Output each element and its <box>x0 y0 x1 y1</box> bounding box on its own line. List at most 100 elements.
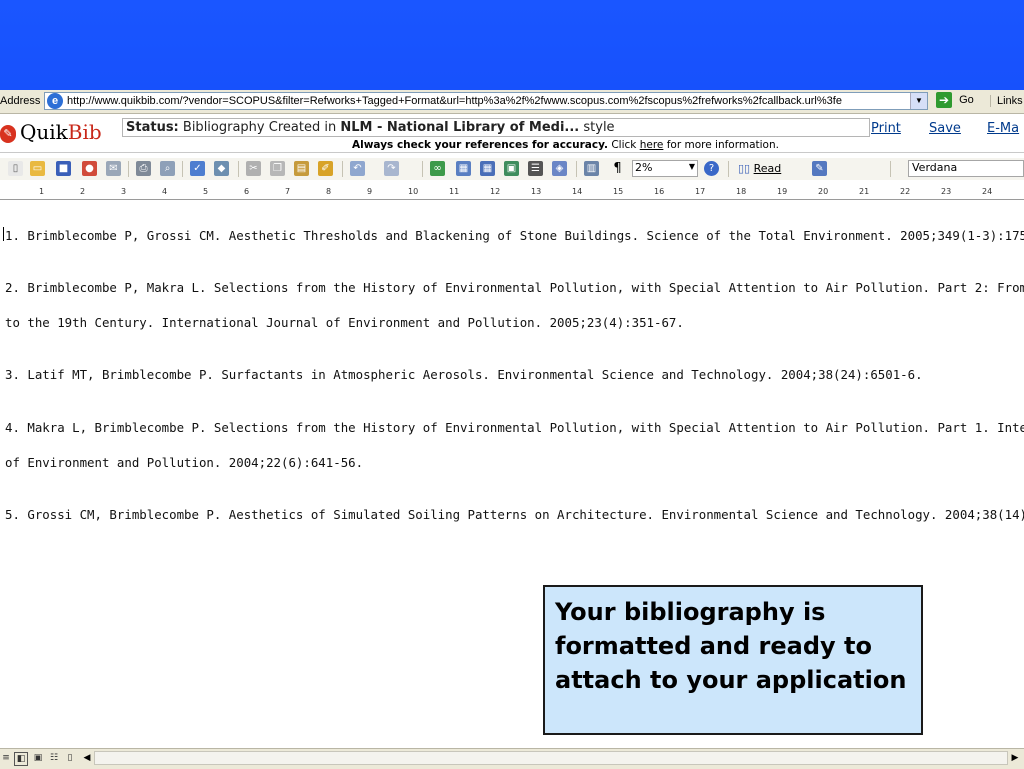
logo-bib: Bib <box>67 120 102 144</box>
email-send-icon[interactable]: ✉ <box>106 161 121 176</box>
address-input[interactable]: e http://www.quikbib.com/?vendor=SCOPUS&… <box>44 92 928 110</box>
scroll-left-icon[interactable]: ◀ <box>80 751 94 765</box>
toolbar-separator <box>576 161 577 177</box>
hyperlink-icon[interactable]: ∞ <box>430 161 445 176</box>
drawing-icon[interactable]: ◈ <box>552 161 567 176</box>
callout-note: Your bibliography is formatted and ready… <box>543 585 923 735</box>
address-bar: Address e http://www.quikbib.com/?vendor… <box>0 90 1024 114</box>
toolbar-separator <box>422 161 423 177</box>
reference-line: 1. Brimblecombe P, Grossi CM. Aesthetic … <box>5 228 1024 243</box>
ruler-tick-label: 22 <box>900 187 911 196</box>
reference-line: 2. Brimblecombe P, Makra L. Selections f… <box>5 280 1024 295</box>
ruler-tick-label: 1 <box>39 187 45 196</box>
format-painter-icon[interactable]: ✐ <box>318 161 333 176</box>
status-text: Bibliography Created in <box>182 120 337 135</box>
undo-icon[interactable]: ↶ <box>350 161 365 176</box>
toolbar-separator <box>128 161 129 177</box>
research-icon[interactable]: ◆ <box>214 161 229 176</box>
quikbib-logo: ✎ QuikBib <box>0 120 102 144</box>
new-document-icon[interactable]: ▯ <box>8 161 23 176</box>
font-select[interactable]: Verdana <box>908 160 1024 177</box>
go-label: Go <box>959 94 974 106</box>
toolbar-separator <box>182 161 183 177</box>
ruler-tick-label: 23 <box>941 187 952 196</box>
reading-layout-icon[interactable]: ▯ <box>64 752 76 764</box>
reference-line: to the 19th Century. International Journ… <box>5 315 684 330</box>
ruler-tick-label: 11 <box>449 187 460 196</box>
font-value: Verdana <box>912 161 958 174</box>
styles-formatting-icon[interactable]: ✎ <box>812 161 827 176</box>
quikbib-logo-icon: ✎ <box>0 125 16 143</box>
reference-line: 5. Grossi CM, Brimblecombe P. Aesthetics… <box>5 507 1024 522</box>
ruler-tick-label: 12 <box>490 187 501 196</box>
ruler-tick-label: 10 <box>408 187 419 196</box>
spelling-icon[interactable]: ✓ <box>190 161 205 176</box>
read-button[interactable]: ▯▯ Read <box>738 162 781 175</box>
permission-icon[interactable]: ● <box>82 161 97 176</box>
reference-1: 1. Brimblecombe P, Grossi CM. Aesthetic … <box>5 218 1024 253</box>
chevron-down-icon: ▼ <box>688 162 695 171</box>
read-label: Read <box>753 162 782 175</box>
print-preview-icon[interactable]: ⌕ <box>160 161 175 176</box>
logo-quik: Quik <box>20 120 68 144</box>
notice-here-link[interactable]: here <box>640 139 664 151</box>
open-folder-icon[interactable]: ▭ <box>30 161 45 176</box>
columns-icon[interactable]: ☰ <box>528 161 543 176</box>
ruler-tick-label: 17 <box>695 187 706 196</box>
ruler-tick-label: 19 <box>777 187 788 196</box>
save-link[interactable]: Save <box>929 121 961 136</box>
insert-table-icon[interactable]: ▦ <box>480 161 495 176</box>
status-suffix: style <box>583 120 615 135</box>
toolbar-separator <box>728 161 729 177</box>
tables-borders-icon[interactable]: ▦ <box>456 161 471 176</box>
print-layout-icon[interactable]: ▣ <box>32 752 44 764</box>
ruler[interactable]: 1 2 3 4 5 6 7 8 9 10 11 12 13 14 15 16 17 18 19 20 21 22 23 24 <box>0 185 1024 200</box>
cut-icon[interactable]: ✂ <box>246 161 261 176</box>
show-hide-paragraph-icon[interactable]: ¶ <box>610 161 625 176</box>
reference-line: 4. Makra L, Brimblecombe P. Selections f… <box>5 420 1024 435</box>
scroll-right-icon[interactable]: ▶ <box>1008 751 1022 765</box>
zoom-select[interactable]: 2% ▼ <box>632 160 698 177</box>
document-map-icon[interactable]: ▥ <box>584 161 599 176</box>
formatting-toolbar: ▯ ▭ ■ ● ✉ ⎙ ⌕ ✓ ◆ ✂ ❐ ▤ ✐ ↶ ↷ ∞ ▦ ▦ ▣ ☰ … <box>0 158 1024 180</box>
status-label: Status: <box>126 120 179 135</box>
ruler-tick-label: 2 <box>80 187 86 196</box>
insert-excel-icon[interactable]: ▣ <box>504 161 519 176</box>
ruler-tick-label: 9 <box>367 187 373 196</box>
status-line: Status: Bibliography Created in NLM - Na… <box>126 120 615 135</box>
help-icon[interactable]: ? <box>704 161 719 176</box>
ruler-tick-label: 3 <box>121 187 127 196</box>
horizontal-scrollbar[interactable] <box>94 751 1008 765</box>
save-disk-icon[interactable]: ■ <box>56 161 71 176</box>
reference-5: 5. Grossi CM, Brimblecombe P. Aesthetics… <box>5 497 1024 532</box>
address-label: Address <box>0 95 41 107</box>
ruler-tick-label: 6 <box>244 187 250 196</box>
status-style: NLM - National Library of Medi... <box>340 120 580 135</box>
notice-bold: Always check your references for accurac… <box>352 139 608 151</box>
go-button[interactable]: ➔ Go <box>936 92 974 110</box>
toolbar-separator <box>890 161 891 177</box>
reference-line: of Environment and Pollution. 2004;22(6)… <box>5 455 364 470</box>
toolbar-separator <box>238 161 239 177</box>
toolbar-separator <box>342 161 343 177</box>
address-dropdown-icon[interactable]: ▼ <box>910 93 927 109</box>
web-layout-icon[interactable]: ◧ <box>14 752 28 766</box>
email-link[interactable]: E-Ma <box>987 121 1019 136</box>
redo-icon[interactable]: ↷ <box>384 161 399 176</box>
ruler-tick-label: 24 <box>982 187 993 196</box>
links-button[interactable]: Links <box>990 95 1023 107</box>
notice-click: Click <box>611 139 637 151</box>
normal-view-icon[interactable]: ≡ <box>0 752 12 764</box>
ruler-tick-label: 13 <box>531 187 542 196</box>
book-icon: ▯▯ <box>738 162 751 175</box>
paste-icon[interactable]: ▤ <box>294 161 309 176</box>
ruler-tick-label: 4 <box>162 187 168 196</box>
ruler-tick-label: 16 <box>654 187 665 196</box>
print-icon[interactable]: ⎙ <box>136 161 151 176</box>
print-link[interactable]: Print <box>871 121 901 136</box>
outline-view-icon[interactable]: ☷ <box>48 752 60 764</box>
ruler-tick-label: 5 <box>203 187 209 196</box>
ruler-tick-label: 8 <box>326 187 332 196</box>
ie-page-icon: e <box>47 93 63 109</box>
copy-icon[interactable]: ❐ <box>270 161 285 176</box>
